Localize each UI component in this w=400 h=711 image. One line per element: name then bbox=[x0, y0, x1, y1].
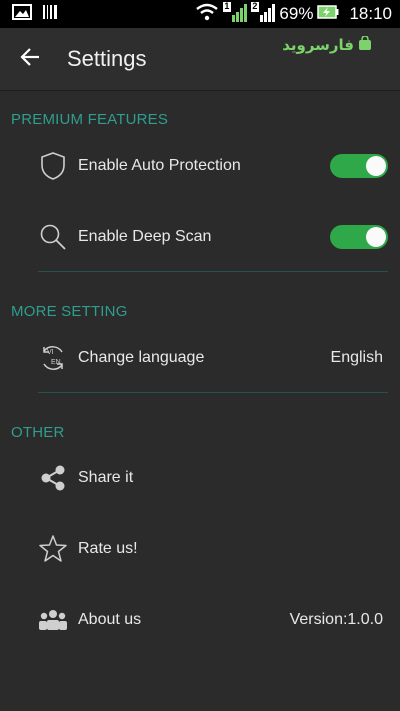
section-header-other: OTHER bbox=[11, 424, 65, 441]
sim2-label: 2 bbox=[252, 0, 258, 11]
clock: 18:10 bbox=[349, 4, 392, 23]
setting-label: Change language bbox=[78, 349, 205, 366]
watermark-text: فارسروید bbox=[282, 37, 354, 54]
battery-charging-icon bbox=[317, 4, 339, 24]
language-value: English bbox=[330, 349, 383, 366]
sim1-label: 1 bbox=[224, 0, 230, 11]
signal-sim2-icon: 2 bbox=[251, 0, 276, 27]
star-icon bbox=[38, 534, 68, 564]
app-bar: Settings فارسروید bbox=[0, 28, 400, 91]
setting-row-deep-scan[interactable]: Enable Deep Scan bbox=[0, 209, 400, 265]
divider bbox=[38, 392, 388, 393]
battery-percent: 69% bbox=[279, 4, 314, 23]
setting-label: Enable Auto Protection bbox=[78, 157, 241, 174]
toggle-knob bbox=[366, 227, 386, 247]
search-icon bbox=[38, 222, 68, 252]
section-header-more: MORE SETTING bbox=[11, 303, 128, 320]
back-button[interactable] bbox=[0, 28, 60, 90]
setting-row-about[interactable]: About us Version:1.0.0 bbox=[0, 592, 400, 648]
setting-row-language[interactable]: VI EN Change language English bbox=[0, 330, 400, 386]
section-header-premium: PREMIUM FEATURES bbox=[11, 111, 169, 128]
watermark-logo: فارسروید bbox=[282, 35, 372, 54]
setting-row-auto-protection[interactable]: Enable Auto Protection bbox=[0, 138, 400, 194]
deep-scan-toggle[interactable] bbox=[330, 225, 388, 249]
version-value: Version:1.0.0 bbox=[289, 611, 383, 628]
signal-sim1-icon: 1 bbox=[223, 0, 248, 27]
setting-label: Rate us! bbox=[78, 540, 138, 557]
shield-icon bbox=[38, 151, 68, 181]
auto-protection-toggle[interactable] bbox=[330, 154, 388, 178]
group-icon bbox=[38, 605, 68, 635]
wifi-icon bbox=[195, 3, 219, 26]
setting-row-rate[interactable]: Rate us! bbox=[0, 521, 400, 577]
language-icon: VI EN bbox=[38, 343, 68, 373]
divider bbox=[38, 271, 388, 272]
share-icon bbox=[38, 463, 68, 493]
setting-row-share[interactable]: Share it bbox=[0, 450, 400, 506]
setting-label: Enable Deep Scan bbox=[78, 228, 212, 245]
page-title: Settings bbox=[67, 46, 147, 71]
toggle-knob bbox=[366, 156, 386, 176]
gallery-notification-icon bbox=[12, 3, 32, 25]
arrow-left-icon bbox=[20, 47, 40, 71]
setting-label: Share it bbox=[78, 469, 134, 486]
android-bag-icon bbox=[358, 35, 372, 54]
setting-label: About us bbox=[78, 611, 142, 628]
language-icon-bottom: EN bbox=[51, 359, 61, 366]
status-bar: 1 2 69% 18:10 bbox=[0, 0, 400, 28]
language-icon-top: VI bbox=[47, 349, 54, 356]
barcode-notification-icon bbox=[42, 4, 58, 25]
